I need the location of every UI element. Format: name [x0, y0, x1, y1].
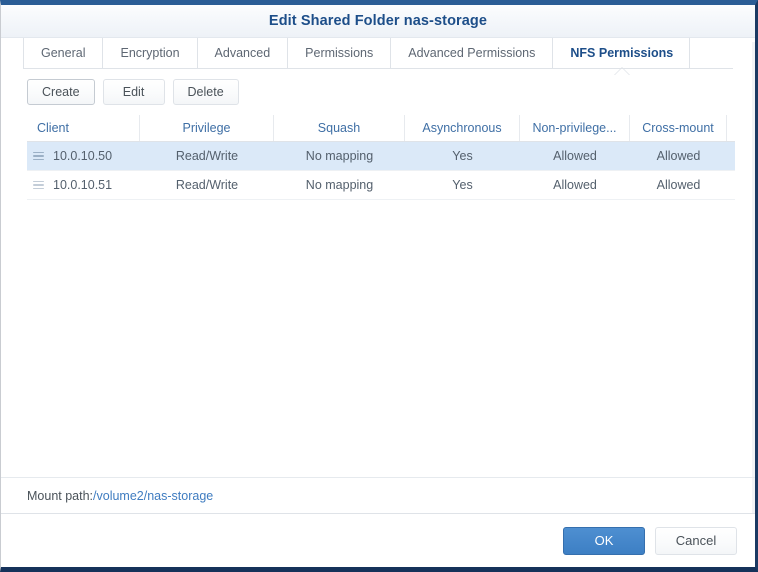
ok-button[interactable]: OK [563, 526, 645, 555]
dialog-footer: OK Cancel [1, 513, 755, 567]
tab-encryption-label: Encryption [120, 46, 180, 60]
cell-non-privilege: Allowed [553, 149, 597, 163]
dialog-titlebar: Edit Shared Folder nas-storage [1, 5, 755, 38]
tab-nfs-permissions[interactable]: NFS Permissions [552, 38, 691, 76]
tab-advanced-permissions[interactable]: Advanced Permissions [390, 38, 552, 68]
cell-client: 10.0.10.50 [27, 142, 140, 170]
column-header-asynchronous[interactable]: Asynchronous [405, 115, 520, 141]
nfs-rules-table: Client Privilege Squash Asynchronous Non… [27, 115, 735, 477]
edit-button[interactable]: Edit [102, 79, 165, 105]
cell-client-text: 10.0.10.51 [53, 178, 113, 192]
tab-nfs-permissions-label: NFS Permissions [570, 46, 674, 60]
cell-spacer [727, 171, 735, 199]
cell-cross-mount: Allowed [656, 178, 701, 192]
cell-asynchronous: Yes [452, 178, 473, 192]
column-header-privilege[interactable]: Privilege [140, 115, 274, 141]
cell-client-text: 10.0.10.50 [53, 149, 113, 163]
mount-path-label: Mount path: [27, 488, 94, 503]
column-header-cross-mount[interactable]: Cross-mount [630, 115, 727, 141]
tab-advanced-permissions-label: Advanced Permissions [408, 46, 536, 60]
tab-general-label: General [41, 46, 86, 60]
cell-squash: No mapping [305, 149, 374, 163]
cell-privilege: Read/Write [175, 178, 239, 192]
cell-client: 10.0.10.51 [27, 171, 140, 199]
mount-path-value: /volume2/nas-storage [93, 488, 214, 503]
cell-squash: No mapping [305, 178, 374, 192]
tab-general[interactable]: General [23, 38, 102, 68]
mount-path-strip: Mount path:/volume2/nas-storage [1, 477, 755, 513]
tab-encryption[interactable]: Encryption [102, 38, 196, 68]
column-header-client[interactable]: Client [27, 115, 140, 141]
dialog-title: Edit Shared Folder nas-storage [268, 13, 488, 29]
table-row[interactable]: 10.0.10.50 Read/Write No mapping Yes All… [27, 142, 735, 171]
cell-privilege: Read/Write [175, 149, 239, 163]
delete-button[interactable]: Delete [172, 79, 239, 105]
column-header-spacer[interactable] [727, 115, 735, 141]
nfs-rule-toolbar: Create Edit Delete [1, 69, 755, 113]
cell-non-privilege: Allowed [553, 178, 597, 192]
column-header-non-privilege[interactable]: Non-privilege... [520, 115, 630, 141]
cell-spacer [727, 142, 735, 170]
create-button[interactable]: Create [27, 79, 95, 105]
tab-bar: General Encryption Advanced Permissions … [1, 38, 755, 76]
tab-advanced[interactable]: Advanced [196, 38, 288, 68]
tab-permissions-label: Permissions [305, 46, 374, 60]
active-tab-caret-icon [613, 68, 630, 76]
table-row[interactable]: 10.0.10.51 Read/Write No mapping Yes All… [27, 171, 735, 200]
tab-permissions[interactable]: Permissions [287, 38, 390, 68]
column-header-squash[interactable]: Squash [274, 115, 405, 141]
cancel-button[interactable]: Cancel [655, 526, 737, 555]
drag-handle-icon[interactable] [33, 151, 44, 161]
vertical-scrollbar[interactable] [752, 42, 755, 513]
tab-bar-divider [23, 68, 733, 69]
cell-asynchronous: Yes [452, 149, 473, 163]
tab-advanced-label: Advanced [214, 46, 271, 60]
cell-cross-mount: Allowed [656, 149, 701, 163]
drag-handle-icon[interactable] [33, 180, 44, 190]
table-header-row: Client Privilege Squash Asynchronous Non… [27, 115, 735, 142]
edit-shared-folder-dialog: Edit Shared Folder nas-storage General E… [0, 0, 758, 572]
